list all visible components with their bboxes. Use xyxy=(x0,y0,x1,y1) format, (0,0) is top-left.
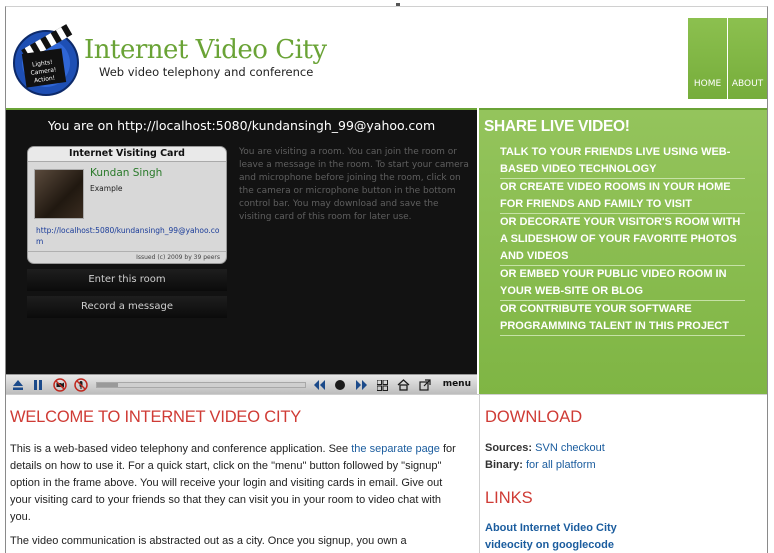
room-instructions: You are visiting a room. You can join th… xyxy=(239,147,469,222)
grid-icon[interactable] xyxy=(375,378,389,392)
welcome-heading: WELCOME TO INTERNET VIDEO CITY xyxy=(10,408,302,426)
microphone-off-icon[interactable] xyxy=(73,378,89,392)
menu-button[interactable]: menu xyxy=(443,379,471,389)
fast-forward-icon[interactable] xyxy=(354,378,368,392)
camera-off-icon[interactable] xyxy=(52,378,68,392)
rewind-icon[interactable] xyxy=(312,378,326,392)
intro-paragraph: This is a web-based video telephony and … xyxy=(10,441,462,526)
download-heading: DOWNLOAD xyxy=(485,408,583,426)
city-paragraph: The video communication is abstracted ou… xyxy=(10,535,407,547)
binary-row: Binary: for all platform xyxy=(485,459,596,471)
sources-row: Sources: SVN checkout xyxy=(485,442,605,454)
nav-home-button[interactable]: HOME xyxy=(688,18,728,99)
about-link[interactable]: About Internet Video City xyxy=(485,522,617,534)
share-title: SHARE LIVE VIDEO! xyxy=(484,118,630,135)
intro-text-rest: for details on how to use it. For a quic… xyxy=(10,443,456,523)
share-item: OR DECORATE YOUR VISITOR'S ROOM WITH A S… xyxy=(500,214,745,266)
share-item: OR CONTRIBUTE YOUR SOFTWARE PROGRAMMING … xyxy=(500,301,745,336)
svn-checkout-link[interactable]: SVN checkout xyxy=(535,442,605,454)
card-room-link[interactable]: http://localhost:5080/kundansingh_99@yah… xyxy=(36,225,222,247)
share-panel: SHARE LIVE VIDEO! TALK TO YOUR FRIENDS L… xyxy=(479,108,767,394)
share-item: OR CREATE VIDEO ROOMS IN YOUR HOME FOR F… xyxy=(500,179,745,214)
current-room-url: You are on http://localhost:5080/kundans… xyxy=(47,118,436,133)
nav-about-button[interactable]: ABOUT xyxy=(728,18,767,99)
site-header: Lights! Camera! Action! Internet Video C… xyxy=(6,7,767,108)
record-message-button[interactable]: Record a message xyxy=(27,296,227,318)
links-heading: LINKS xyxy=(485,489,533,507)
home-icon[interactable] xyxy=(396,378,411,392)
clapperboard-logo: Lights! Camera! Action! xyxy=(13,24,79,96)
video-panel: You are on http://localhost:5080/kundans… xyxy=(6,108,477,394)
page-frame: Lights! Camera! Action! Internet Video C… xyxy=(5,6,768,553)
progress-fill xyxy=(97,383,118,387)
profile-photo xyxy=(34,169,84,219)
binary-download-link[interactable]: for all platform xyxy=(526,459,596,471)
main-nav: HOME ABOUT xyxy=(688,18,767,99)
sidebar-content: DOWNLOAD Sources: SVN checkout Binary: f… xyxy=(479,394,767,553)
site-title[interactable]: Internet Video City xyxy=(84,35,327,65)
share-item: OR EMBED YOUR PUBLIC VIDEO ROOM IN YOUR … xyxy=(500,266,745,301)
site-subtitle: Web video telephony and conference xyxy=(99,65,314,79)
enter-room-button[interactable]: Enter this room xyxy=(27,269,227,291)
binary-label: Binary: xyxy=(485,459,523,471)
pause-icon[interactable] xyxy=(31,378,45,392)
card-owner-name: Kundan Singh xyxy=(90,167,163,179)
progress-bar[interactable] xyxy=(96,382,306,388)
visiting-card-title: Internet Visiting Card xyxy=(28,147,226,162)
popout-icon[interactable] xyxy=(418,378,432,392)
googlecode-link[interactable]: videocity on googlecode xyxy=(485,539,614,551)
record-icon[interactable] xyxy=(333,378,347,392)
sources-label: Sources: xyxy=(485,442,533,454)
eject-icon[interactable] xyxy=(11,378,25,392)
main-content: WELCOME TO INTERNET VIDEO CITY This is a… xyxy=(6,394,479,553)
share-item: TALK TO YOUR FRIENDS LIVE USING WEB-BASE… xyxy=(500,144,745,179)
card-footer: Issued (c) 2009 by 39 peers xyxy=(28,251,226,263)
separate-page-link[interactable]: the separate page xyxy=(351,443,440,455)
share-list: TALK TO YOUR FRIENDS LIVE USING WEB-BASE… xyxy=(500,144,745,336)
control-bar: menu xyxy=(6,374,477,394)
card-example-text: Example xyxy=(90,184,123,193)
intro-text-start: This is a web-based video telephony and … xyxy=(10,443,352,455)
visiting-card: Internet Visiting Card Kundan Singh Exam… xyxy=(27,146,227,264)
